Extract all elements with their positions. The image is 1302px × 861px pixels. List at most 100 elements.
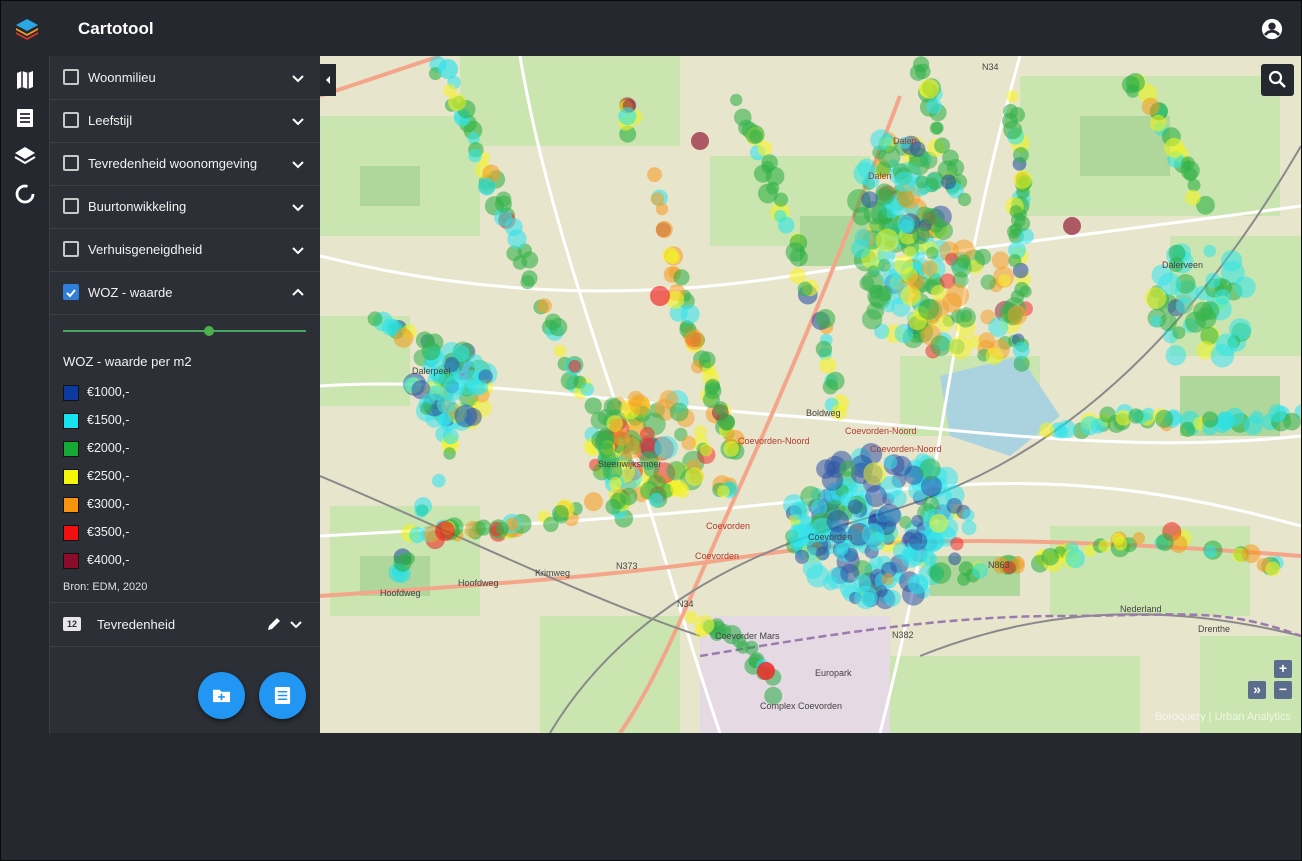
heatmap-blob xyxy=(438,413,451,426)
heatmap-blob xyxy=(870,129,892,151)
legend-swatch xyxy=(63,497,79,513)
search-icon xyxy=(1268,70,1286,88)
map-search-button[interactable] xyxy=(1261,64,1294,96)
layer-checkbox[interactable] xyxy=(63,198,79,214)
heatmap-blob xyxy=(903,548,917,562)
heatmap-blob xyxy=(934,221,953,241)
map-label: Coevorden-Noord xyxy=(845,426,917,436)
heatmap-blob xyxy=(789,267,806,284)
heatmap-blob xyxy=(991,251,1010,270)
heatmap-blob xyxy=(1011,212,1026,228)
heatmap-blob xyxy=(432,473,446,488)
layer-row-leefstijl[interactable]: Leefstijl xyxy=(50,99,320,143)
opacity-slider-thumb[interactable] xyxy=(204,326,214,336)
heatmap-blob xyxy=(861,523,885,546)
layers-icon[interactable] xyxy=(13,144,37,168)
zoom-out-button[interactable]: − xyxy=(1274,681,1292,699)
heatmap-blob xyxy=(520,275,535,290)
heatmap-blob xyxy=(367,311,383,327)
heatmap-blob xyxy=(861,191,878,209)
account-circle-icon[interactable] xyxy=(1261,18,1283,40)
map-label: Europark xyxy=(815,668,852,678)
map-label: Krimweg xyxy=(535,568,571,578)
caret-left-icon xyxy=(326,76,330,84)
expand-controls-button[interactable]: » xyxy=(1248,681,1266,699)
chevron-down-icon[interactable] xyxy=(290,70,306,86)
heatmap-blob xyxy=(655,202,669,216)
heatmap-blob xyxy=(745,125,765,145)
heatmap-blob xyxy=(1007,305,1027,325)
layer-row-woonmilieu[interactable]: Woonmilieu xyxy=(50,56,320,100)
heatmap-blob xyxy=(1013,170,1032,189)
heatmap-blob xyxy=(609,493,627,510)
heatmap-blob xyxy=(847,499,863,514)
layer-row-buurtonwikkeling[interactable]: Buurtonwikkeling xyxy=(50,185,320,229)
layer-checkbox-checked[interactable] xyxy=(63,284,79,300)
map-label: Coevorden xyxy=(695,551,740,561)
heatmap-blob xyxy=(680,304,700,324)
heatmap-blob xyxy=(1164,137,1185,158)
chevron-down-icon[interactable] xyxy=(290,113,306,129)
legend-swatch xyxy=(63,413,79,429)
layer-row-verhuisgeneigdheid[interactable]: Verhuisgeneigdheid xyxy=(50,228,320,272)
edit-pencil-icon[interactable] xyxy=(266,616,282,632)
heatmap-blob xyxy=(1155,409,1174,428)
heatmap-blob xyxy=(1250,410,1264,424)
chevron-down-icon[interactable] xyxy=(290,199,306,215)
heatmap-blob xyxy=(435,521,455,541)
map-label: Coevorden-Noord xyxy=(738,436,810,446)
top-bar: Cartotool xyxy=(1,1,1301,56)
heatmap-blob xyxy=(723,441,740,457)
layer-checkbox[interactable] xyxy=(63,112,79,128)
heatmap-blob xyxy=(851,239,871,259)
layer-checkbox[interactable] xyxy=(63,241,79,257)
heatmap-blob xyxy=(1041,548,1059,566)
heatmap-blob xyxy=(929,562,952,584)
heatmap-blob xyxy=(568,359,582,373)
layer-checkbox[interactable] xyxy=(63,155,79,171)
zoom-in-button[interactable]: + xyxy=(1274,660,1292,678)
heatmap-blob xyxy=(1003,120,1023,140)
heatmap-blob xyxy=(819,356,837,374)
layers-logo-icon[interactable] xyxy=(15,17,39,41)
add-folder-button[interactable] xyxy=(198,672,245,719)
map-label: Boldweg xyxy=(806,408,841,418)
group-row-tevredenheid[interactable]: 12 Tevredenheid xyxy=(50,602,320,647)
legend-swatch xyxy=(63,525,79,541)
heatmap-blob xyxy=(1113,536,1128,551)
collapse-panel-button[interactable] xyxy=(320,64,336,96)
chevron-down-icon[interactable] xyxy=(288,616,304,632)
heatmap-blob xyxy=(789,500,810,520)
map-label: Hoofdweg xyxy=(458,578,499,588)
heatmap-blob xyxy=(797,281,813,297)
map-icon[interactable] xyxy=(13,68,37,92)
woz-heatmap-layer xyxy=(367,56,1301,705)
document-list-button[interactable] xyxy=(259,672,306,719)
heatmap-blob xyxy=(853,574,872,593)
heatmap-blob xyxy=(925,246,939,260)
opacity-slider-track[interactable] xyxy=(63,330,306,332)
app-window: Cartotool Woonmilieu Leefstijl Tevredenh… xyxy=(0,0,1302,861)
heatmap-blob xyxy=(1156,533,1174,552)
heatmap-blob xyxy=(381,318,400,336)
chevron-up-icon[interactable] xyxy=(290,285,306,301)
heatmap-blob xyxy=(1185,189,1201,206)
legend-label: €1500,- xyxy=(87,413,130,427)
heatmap-blob xyxy=(948,335,973,360)
heatmap-blob xyxy=(670,479,688,497)
chevron-down-icon[interactable] xyxy=(290,156,306,172)
heatmap-blob xyxy=(930,335,951,357)
heatmap-blob xyxy=(971,562,988,579)
list-icon[interactable] xyxy=(13,106,37,130)
heatmap-blob xyxy=(477,177,496,196)
layer-row-tevredenheid-woonomgeving[interactable]: Tevredenheid woonomgeving xyxy=(50,142,320,186)
layer-row-woz-waarde[interactable]: WOZ - waarde xyxy=(50,271,320,315)
layer-checkbox[interactable] xyxy=(63,69,79,85)
heatmap-blob xyxy=(684,611,698,624)
heatmap-blob xyxy=(794,549,810,564)
chevron-down-icon[interactable] xyxy=(290,242,306,258)
heatmap-blob xyxy=(867,265,880,278)
donut-chart-icon[interactable] xyxy=(13,182,37,206)
map-view[interactable]: Dalerpeel Dalerveen Coevorden-Noord Coev… xyxy=(320,56,1301,733)
heatmap-blob xyxy=(730,93,743,107)
